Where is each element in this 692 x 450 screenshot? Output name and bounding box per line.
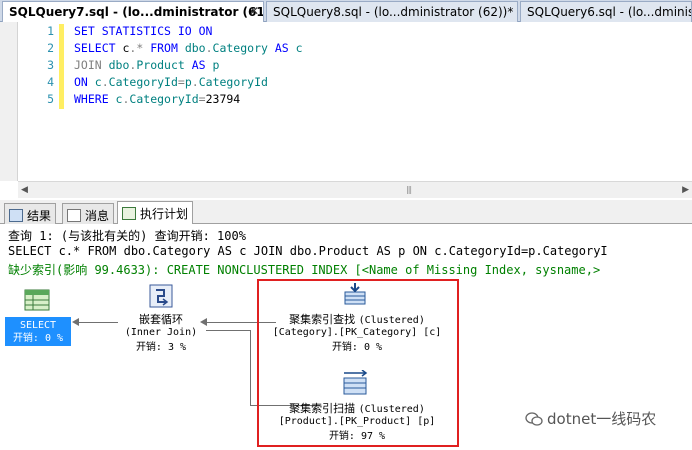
code-token: AS bbox=[274, 41, 296, 55]
code-token: . bbox=[191, 75, 199, 89]
tab-results[interactable]: 结果 bbox=[4, 203, 57, 224]
tab-sqlquery7[interactable]: SQLQuery7.sql - (lo...dministrator (61))… bbox=[2, 1, 264, 23]
message-icon bbox=[67, 209, 81, 222]
tab-label: SQLQuery8.sql - (lo...dministrator (62))… bbox=[273, 5, 514, 19]
code-token: 23794 bbox=[205, 92, 241, 106]
code-token: c bbox=[295, 41, 303, 55]
code-token: ON bbox=[74, 75, 95, 89]
editor-gutter bbox=[0, 22, 18, 181]
code-line[interactable]: 1 SET STATISTICS IO ON bbox=[20, 24, 212, 41]
nested-loops-icon[interactable] bbox=[148, 283, 174, 309]
tab-execution-plan[interactable]: 执行计划 bbox=[117, 201, 194, 224]
execution-plan-icon bbox=[122, 207, 136, 220]
horizontal-scrollbar[interactable]: ◀ ||| ▶ bbox=[18, 181, 692, 198]
missing-index-hint[interactable]: 缺少索引(影响 99.4633): CREATE NONCLUSTERED IN… bbox=[8, 261, 600, 278]
code-token: dbo bbox=[108, 58, 130, 72]
code-token: .* bbox=[129, 41, 151, 55]
tab-label: 结果 bbox=[27, 209, 52, 223]
code-token: p bbox=[212, 58, 220, 72]
scroll-thumb-grip[interactable]: ||| bbox=[406, 185, 412, 194]
code-token: c bbox=[94, 75, 102, 89]
close-icon[interactable]: ✕ bbox=[249, 4, 259, 18]
code-line[interactable]: 2 SELECT c.* FROM dbo.Category AS c bbox=[20, 41, 303, 58]
connector-vertical bbox=[250, 330, 251, 405]
code-token: p bbox=[184, 75, 192, 89]
code-token: CategoryId bbox=[129, 92, 199, 106]
tab-label: 消息 bbox=[85, 209, 110, 223]
tab-label: 执行计划 bbox=[140, 207, 189, 221]
code-token: AS bbox=[191, 58, 213, 72]
code-token: Product bbox=[136, 58, 192, 72]
code-token: . bbox=[101, 75, 109, 89]
code-token: WHERE bbox=[74, 92, 116, 106]
line-number: 2 bbox=[47, 41, 54, 55]
connector-loop-to-scan bbox=[206, 330, 250, 331]
op-title: 嵌套循环 bbox=[139, 313, 183, 326]
scroll-right-icon[interactable]: ▶ bbox=[682, 185, 689, 195]
line-number: 1 bbox=[47, 24, 54, 38]
select-label: SELECT bbox=[19, 320, 57, 331]
line-number: 5 bbox=[47, 92, 54, 106]
select-operator[interactable]: SELECT 开销: 0 % bbox=[5, 317, 71, 346]
line-number: 3 bbox=[47, 58, 54, 72]
code-token: SELECT bbox=[74, 41, 123, 55]
code-token: JOIN bbox=[74, 58, 109, 72]
code-line[interactable]: 5 WHERE c.CategoryId=23794 bbox=[20, 92, 240, 109]
tab-label: SQLQuery6.sql - (lo...dministr bbox=[527, 5, 692, 19]
document-tab-strip: SQLQuery7.sql - (lo...dministrator (61))… bbox=[0, 0, 692, 23]
line-number: 4 bbox=[47, 75, 54, 89]
code-token: . bbox=[205, 41, 213, 55]
change-marker bbox=[59, 58, 64, 75]
nested-loops-operator[interactable]: 嵌套循环 (Inner Join) 开销: 3 % bbox=[116, 311, 206, 353]
op-subtitle: (Inner Join) bbox=[124, 327, 198, 338]
tab-sqlquery8[interactable]: SQLQuery8.sql - (lo...dministrator (62))… bbox=[266, 1, 518, 22]
code-token: Category bbox=[212, 41, 275, 55]
sql-editor[interactable]: 1 SET STATISTICS IO ON 2 SELECT c .* FROM db… bbox=[0, 22, 692, 198]
code-token: = bbox=[198, 92, 206, 106]
code-token: dbo bbox=[184, 41, 206, 55]
change-marker bbox=[59, 92, 64, 109]
code-token: CategoryId bbox=[198, 75, 268, 89]
code-token: = bbox=[177, 75, 185, 89]
query-text: SELECT c.* FROM dbo.Category AS c JOIN d… bbox=[8, 244, 608, 258]
select-cost: 开销: 0 % bbox=[12, 333, 64, 344]
result-tab-strip: 结果 消息 执行计划 bbox=[0, 200, 692, 224]
query-header: 查询 1: (与该批有关的) 查询开销: 100% bbox=[8, 229, 246, 243]
op-cost: 开销: 3 % bbox=[135, 342, 187, 353]
code-token: CategoryId bbox=[108, 75, 178, 89]
grid-icon bbox=[9, 209, 23, 222]
watermark-text: dotnet一线码农 bbox=[547, 410, 657, 428]
scroll-left-icon[interactable]: ◀ bbox=[21, 185, 28, 195]
execution-plan-pane: 查询 1: (与该批有关的) 查询开销: 100% SELECT c.* FRO… bbox=[0, 225, 692, 450]
highlight-box bbox=[257, 279, 459, 447]
arrow-left-icon bbox=[72, 318, 79, 326]
change-marker bbox=[59, 75, 64, 92]
code-token: FROM bbox=[150, 41, 185, 55]
tab-label: SQLQuery7.sql - (lo...dministrator (61))… bbox=[9, 5, 264, 19]
watermark: dotnet一线码农 bbox=[525, 408, 656, 429]
code-token: SET STATISTICS IO ON bbox=[74, 24, 213, 38]
change-marker bbox=[59, 24, 64, 41]
tab-messages[interactable]: 消息 bbox=[62, 203, 115, 224]
code-line[interactable]: 3 JOIN dbo.Product AS p bbox=[20, 58, 219, 75]
select-table-icon[interactable] bbox=[24, 289, 50, 311]
wechat-icon bbox=[525, 412, 543, 426]
change-marker bbox=[59, 41, 64, 58]
connector-select-to-loop bbox=[78, 322, 118, 323]
code-line[interactable]: 4 ON c.CategoryId=p.CategoryId bbox=[20, 75, 268, 92]
tab-sqlquery6[interactable]: SQLQuery6.sql - (lo...dministr bbox=[520, 1, 692, 22]
